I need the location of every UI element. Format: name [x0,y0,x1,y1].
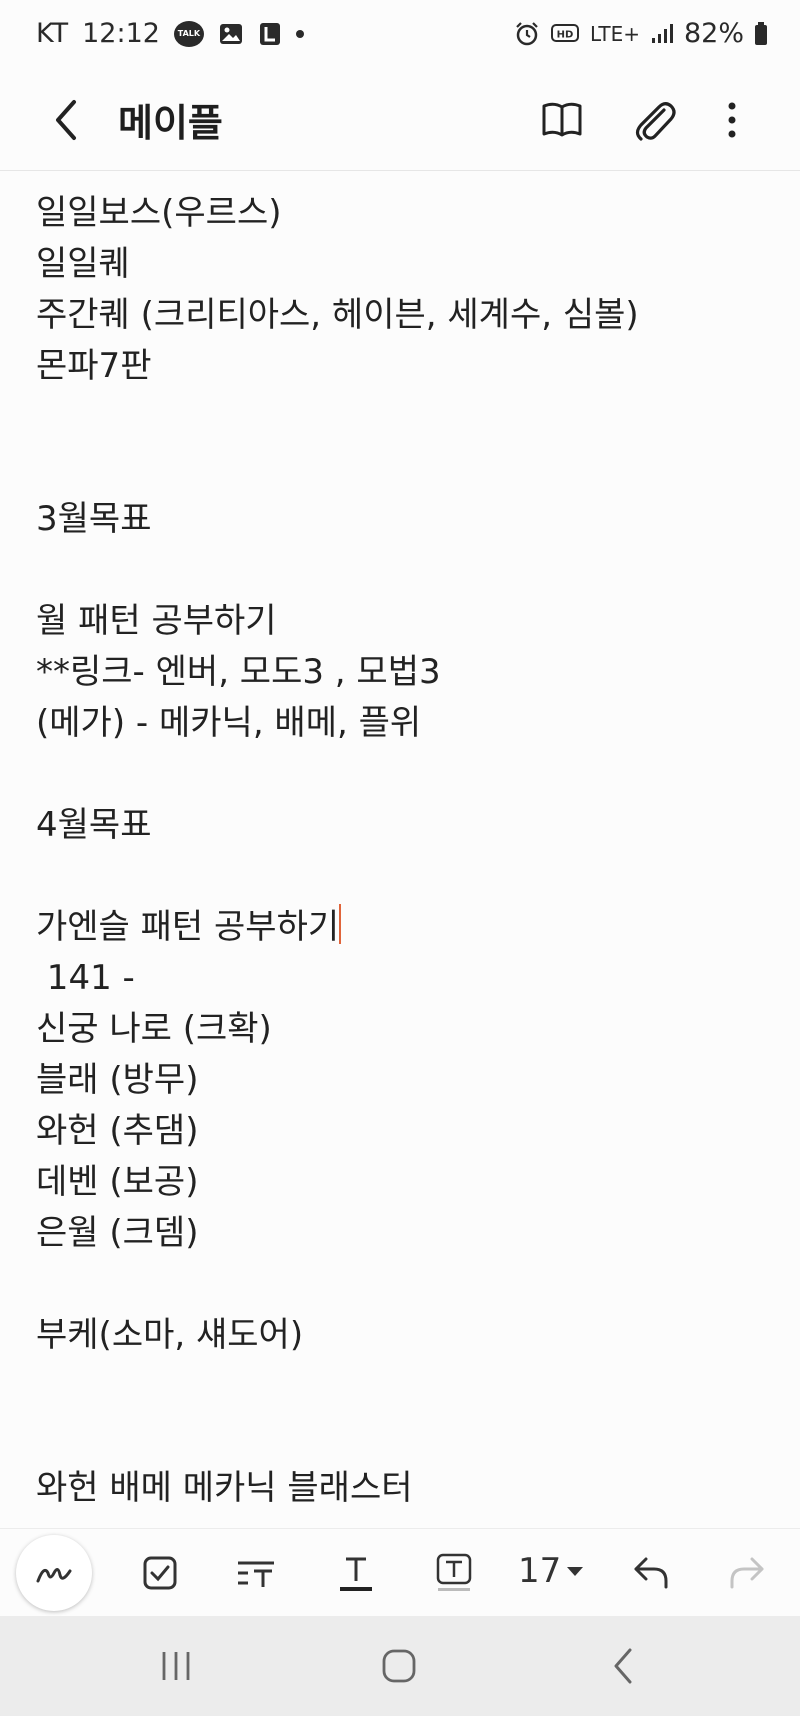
reading-mode-button[interactable] [532,90,592,150]
note-title: 메이플 [118,101,223,145]
note-line [36,443,766,494]
note-line [36,545,766,596]
note-line-with-cursor: 가엔슬 패턴 공부하기 [36,902,766,953]
note-line: 월 패턴 공부하기 [36,601,277,641]
more-options-button[interactable] [702,90,762,150]
note-line: 141 - [36,958,135,998]
recent-apps-button[interactable] [136,1636,216,1696]
note-line [36,749,766,800]
undo-icon [634,1557,668,1589]
home-icon [382,1649,416,1683]
formatting-toolbar: 17 [0,1528,800,1617]
note-line [36,1412,766,1463]
app-bar-divider [0,170,800,171]
battery-percent: 82% [683,18,744,49]
clock: 12:12 [82,18,160,49]
undo-button[interactable] [620,1543,680,1603]
svg-text:HD: HD [557,29,574,40]
carrier-label: KT [36,18,69,49]
status-bar: KT 12:12 TALK HD LTE+ 82% [0,0,800,70]
caret-down-icon [567,1566,584,1576]
note-line: 와헌 배메 메카닉 블래스터 [36,1468,413,1508]
note-line: 일일보스(우르스) [36,193,282,233]
checkbox-icon [143,1556,177,1590]
note-line: 3월목표 [36,499,152,539]
pen-signature-icon [36,1568,72,1583]
note-line: 블래 (방무) [36,1060,199,1100]
note-line: 신궁 나로 (크확) [36,1009,272,1049]
system-navigation-bar [0,1616,800,1716]
note-line: **링크- 엔버, 모도3 , 모법3 [36,652,441,692]
note-line [36,851,766,902]
network-type: LTE+ [589,21,640,46]
note-line: 와헌 (추댐) [36,1111,199,1151]
home-button[interactable] [359,1636,439,1696]
text-highlight-icon [436,1553,472,1591]
alarm-icon [516,21,538,45]
notification-dot-icon [295,29,304,38]
note-line: 데벤 (보공) [36,1162,199,1202]
font-size-dropdown[interactable]: 17 [518,1551,584,1591]
note-line: 4월목표 [36,805,152,845]
note-line [36,1361,766,1412]
app-bar: 메이플 [0,70,800,170]
more-vertical-icon [728,102,736,138]
hd-voice-icon: HD [550,23,579,42]
back-arrow-icon [614,1648,632,1684]
note-line [36,392,766,443]
kakaotalk-icon: TALK [173,20,204,47]
font-size-value: 17 [518,1551,562,1591]
status-left: KT 12:12 TALK [36,18,304,49]
redo-icon [730,1557,764,1589]
handwriting-button[interactable] [16,1535,92,1611]
recent-apps-icon [162,1652,190,1680]
note-line [36,1259,766,1310]
note-line: 은월 (크뎀) [36,1213,199,1253]
paperclip-icon [635,102,676,141]
redo-button[interactable] [718,1543,778,1603]
attach-button[interactable] [624,90,684,150]
back-button[interactable] [38,90,98,150]
note-line: 몬파7판 [36,346,152,386]
text-style-icon [238,1561,274,1587]
status-right: HD LTE+ 82% [514,18,768,49]
note-line: 일일퀘 [36,244,130,284]
text-cursor [339,904,342,944]
system-back-button[interactable] [584,1636,664,1696]
note-line: 부케(소마, 섀도어) [36,1315,304,1355]
talk-badge-text: TALK [177,29,201,38]
battery-icon [755,21,767,45]
book-icon [542,102,582,137]
note-line: 주간퀘 (크리티아스, 헤이븐, 세계수, 심볼) [36,295,639,335]
checkbox-button[interactable] [130,1543,190,1603]
gallery-icon [219,23,242,44]
text-color-button[interactable] [326,1543,386,1603]
signal-icon [651,23,673,43]
text-color-icon [340,1557,372,1591]
text-background-button[interactable] [424,1543,484,1603]
line-app-icon [259,22,280,45]
chevron-left-icon [56,100,76,140]
note-line-text: 가엔슬 패턴 공부하기 [36,907,340,947]
text-style-button[interactable] [226,1543,286,1603]
note-line: (메가) - 메카닉, 배메, 플위 [36,703,422,743]
note-editor[interactable]: 일일보스(우르스) 일일퀘 주간퀘 (크리티아스, 헤이븐, 세계수, 심볼) … [36,188,766,1514]
